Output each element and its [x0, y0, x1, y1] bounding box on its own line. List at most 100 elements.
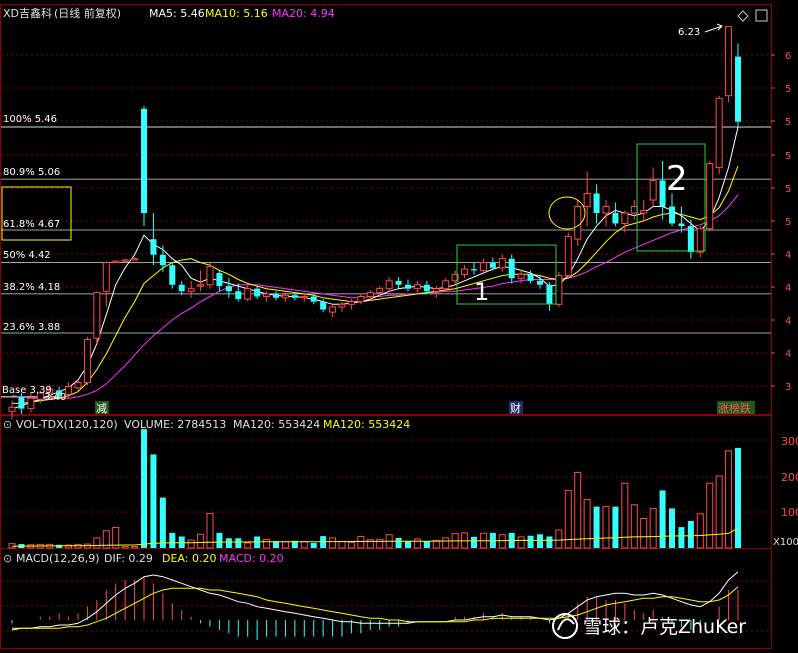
candle — [564, 232, 572, 279]
candle-body-up — [121, 259, 129, 262]
candle-body-down — [169, 265, 176, 285]
annotation-1: 1 — [474, 278, 489, 306]
candle-body-down — [216, 273, 223, 287]
volume-bar-down — [593, 506, 600, 548]
candle-body-up — [725, 26, 733, 97]
candle-body-up — [479, 262, 487, 271]
volume-bar-up — [338, 541, 346, 549]
macd-header: ⊙ MACD(12,26,9) DIF: 0.29 DEA: 0.20 MACD… — [3, 552, 284, 565]
header-stock-name: XD吉鑫科 (日线 前复权) — [3, 6, 121, 20]
macd-value: MACD: 0.20 — [219, 552, 284, 565]
candle-body-down — [669, 206, 675, 224]
candle-body-up — [376, 288, 384, 294]
price-axis-label: 5 — [785, 184, 791, 195]
volume-value: VOLUME: 2784513 — [124, 418, 226, 431]
candle-body-up — [206, 266, 214, 286]
candle-body-down — [471, 269, 477, 271]
volume-bar-up — [555, 529, 563, 549]
candle — [555, 271, 563, 307]
candle-body-down — [405, 284, 411, 289]
candle — [706, 160, 714, 232]
volume-bar-up — [498, 534, 506, 549]
fib-label-61: 61.8% 4.67 — [3, 219, 60, 230]
candle-body-down — [150, 239, 157, 255]
candle — [715, 95, 723, 174]
candle-body-up — [574, 206, 582, 240]
volume-title: VOL-TDX(120,120) — [16, 418, 118, 431]
volume-bar-down — [169, 532, 176, 548]
macd-title: MACD(12,26,9) — [16, 552, 100, 565]
volume-bar-up — [121, 546, 129, 549]
volume-bar-up — [187, 539, 195, 549]
candle — [83, 336, 91, 386]
macd-indicator-icon[interactable]: ⊙ — [3, 552, 12, 565]
candle-body-up — [244, 288, 252, 300]
fib-label-80: 80.9% 5.06 — [3, 167, 60, 178]
candle — [93, 291, 101, 344]
fib-label-100: 100% 5.46 — [3, 114, 57, 125]
fib-label-38: 38.2% 4.18 — [3, 282, 60, 293]
candle-body-up — [640, 209, 648, 214]
price-axis-label: 6 — [785, 51, 791, 62]
marker-zhangbang: 涨榜跌 — [718, 401, 751, 415]
candle-body-down — [225, 286, 232, 292]
volume-bar-up — [329, 537, 337, 549]
volume-unit: X100 — [773, 537, 798, 548]
volume-bar-down — [612, 506, 619, 548]
price-axis-label: 4 — [785, 283, 791, 294]
candle-body-up — [413, 284, 421, 290]
candle-body-down — [141, 108, 147, 214]
volume-bar-up — [640, 517, 648, 549]
volume-bar-down — [216, 532, 223, 548]
candle-body-up — [263, 293, 271, 297]
volume-bar-up — [347, 542, 355, 549]
price-axis-label: 4 — [785, 250, 791, 261]
volume-bar-down — [235, 538, 242, 548]
volume-bar-up — [696, 513, 704, 549]
volume-bar-up — [281, 541, 289, 549]
volume-bar-down — [141, 429, 147, 548]
price-axis-label: 3 — [785, 382, 791, 393]
price-axis-label: 4 — [785, 316, 791, 327]
volume-bar-up — [197, 533, 205, 549]
candle-body-down — [423, 284, 430, 292]
volume-tick-300: 300 — [781, 435, 798, 448]
candle-body-up — [366, 292, 374, 297]
volume-bar-up — [574, 471, 582, 549]
price-axis-label: 4 — [785, 349, 791, 360]
volume-bar-up — [583, 498, 591, 549]
fib-label-50: 50% 4.42 — [3, 250, 51, 261]
candle-body-up — [65, 385, 73, 395]
volume-bar-down — [471, 536, 477, 548]
candle-body-down — [254, 288, 261, 297]
volume-bar-down — [405, 541, 411, 548]
high-price-label: 6.23 — [678, 27, 700, 38]
candle-body-up — [385, 280, 393, 290]
candle-body-up — [706, 163, 714, 230]
volume-bar-up — [442, 537, 450, 549]
candle-body-down — [735, 56, 741, 122]
candle-body-up — [583, 192, 591, 208]
volume-bar-down — [225, 538, 232, 548]
candle-body-up — [461, 268, 469, 275]
volume-bar-down — [527, 535, 534, 548]
volume-bar-down — [546, 536, 553, 548]
candle-body-down — [678, 223, 685, 227]
candle-body-up — [432, 288, 440, 292]
volume-bar-up — [517, 536, 525, 549]
volume-bar-up — [300, 541, 308, 549]
volume-bar-up — [357, 535, 365, 549]
volume-bar-down — [659, 490, 666, 548]
volume-bar-down — [669, 508, 675, 548]
volume-bar-up — [706, 482, 714, 549]
volume-bar-up — [244, 542, 252, 549]
low-price-label: 3.40 — [44, 392, 66, 403]
volume-bar-up — [263, 538, 271, 549]
candle-body-up — [696, 228, 704, 253]
marker-cai: 财 — [510, 401, 521, 415]
candle-body-up — [621, 212, 629, 224]
candle — [574, 200, 582, 246]
price-axis-label: 5 — [785, 117, 791, 128]
candle-body-up — [602, 206, 610, 214]
volume-indicator-icon[interactable]: ⊙ — [3, 418, 12, 431]
